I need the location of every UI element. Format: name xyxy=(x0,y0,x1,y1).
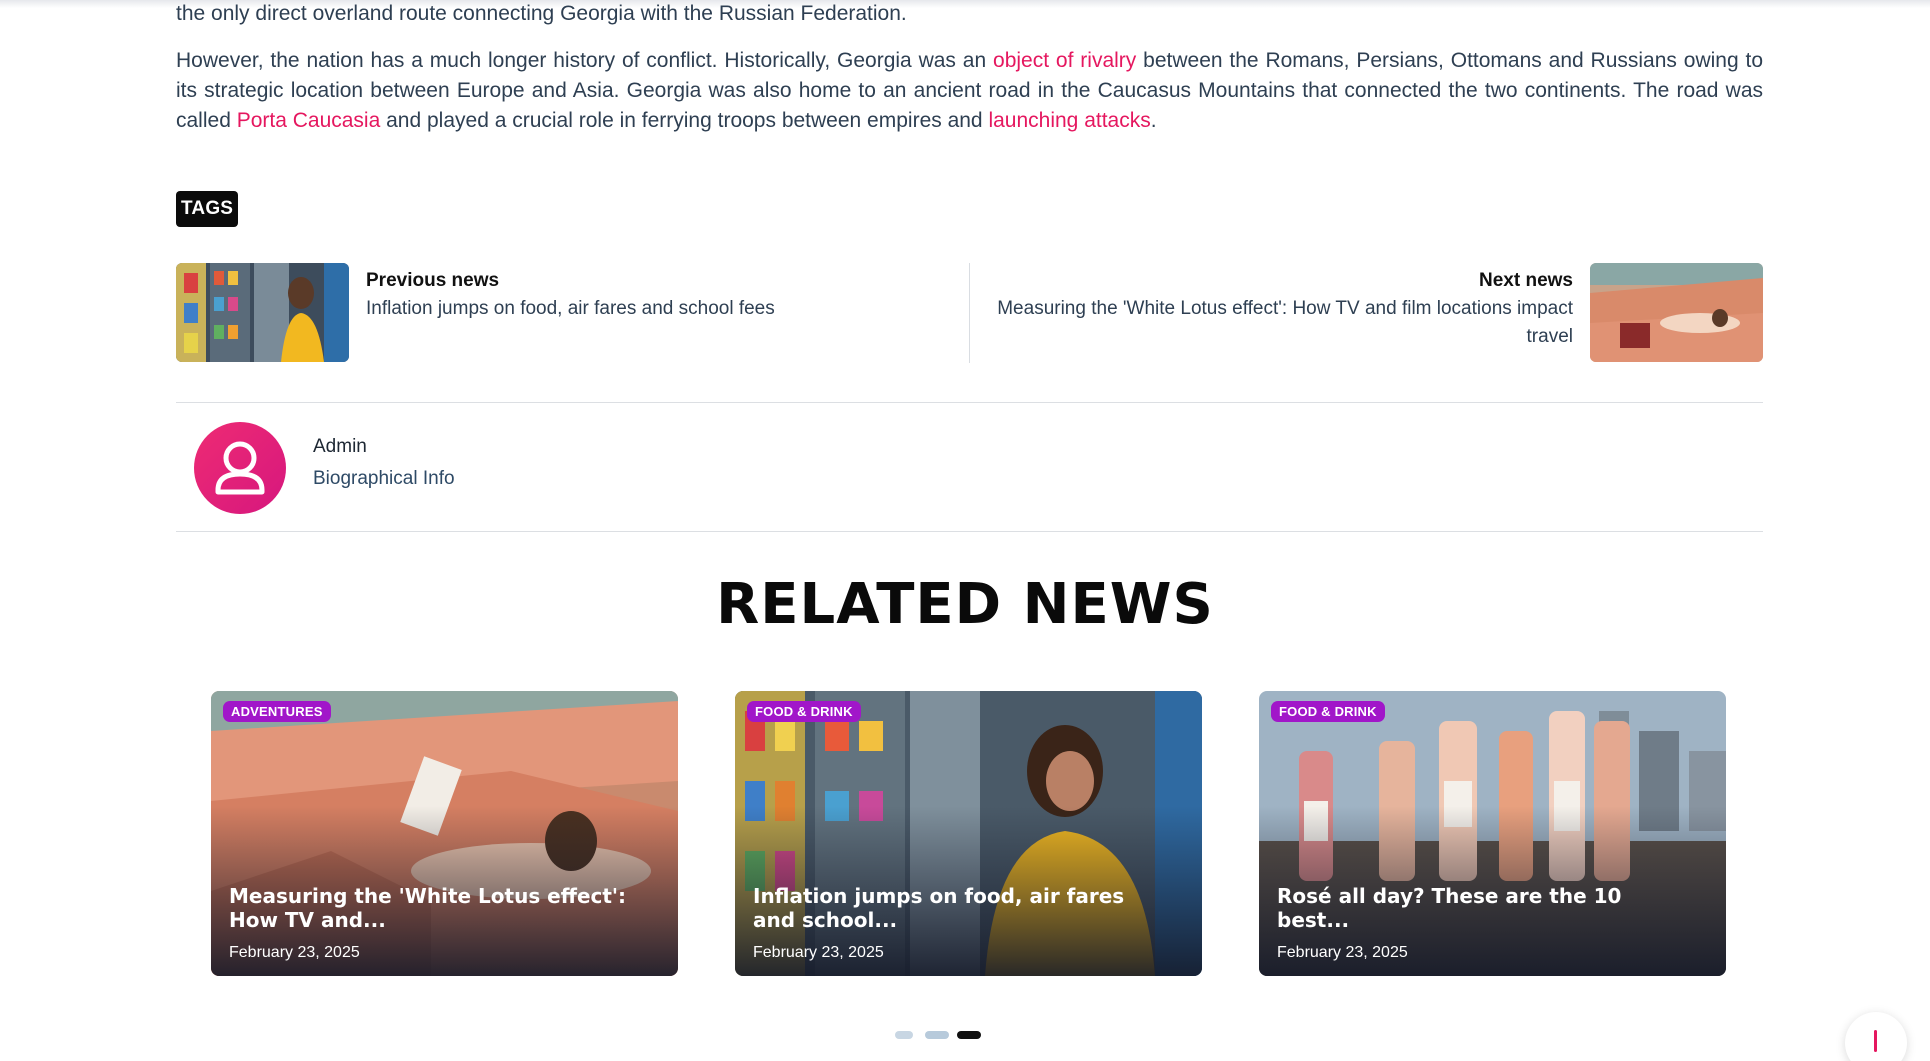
paragraph-text: and played a crucial role in ferrying tr… xyxy=(380,109,989,132)
category-badge[interactable]: ADVENTURES xyxy=(223,701,331,722)
object-of-rivalry-link[interactable]: object of rivalry xyxy=(993,49,1136,72)
scroll-progress-button[interactable] xyxy=(1845,1012,1907,1061)
category-badge[interactable]: FOOD & DRINK xyxy=(1271,701,1385,722)
card-title[interactable]: Measuring the 'White Lotus effect': How … xyxy=(229,884,648,932)
category-badge[interactable]: FOOD & DRINK xyxy=(747,701,861,722)
next-news-label: Next news xyxy=(1479,270,1573,291)
tags-label: TAGS xyxy=(176,191,239,227)
card-date: February 23, 2025 xyxy=(229,944,360,961)
card-title[interactable]: Inflation jumps on food, air fares and s… xyxy=(753,884,1172,932)
related-news-card[interactable]: ADVENTURES Measuring the 'White Lotus ef… xyxy=(211,691,678,976)
next-news-title[interactable]: Measuring the 'White Lotus effect': How … xyxy=(997,298,1573,347)
next-news-link[interactable]: Next news Measuring the 'White Lotus eff… xyxy=(970,263,1763,363)
previous-news-thumbnail[interactable] xyxy=(176,263,349,362)
author-name[interactable]: Admin xyxy=(313,436,367,458)
launching-attacks-link[interactable]: launching attacks xyxy=(988,109,1150,132)
previous-news-label: Previous news xyxy=(366,270,500,291)
paragraph-text: However, the nation has a much longer hi… xyxy=(176,49,994,72)
porta-caucasia-link[interactable]: Porta Caucasia xyxy=(237,109,381,132)
card-date: February 23, 2025 xyxy=(753,944,884,961)
author-bio: Biographical Info xyxy=(313,468,455,489)
related-news-heading: RELATED NEWS xyxy=(716,572,1214,637)
related-news-card[interactable]: FOOD & DRINK Rosé all day? These are the… xyxy=(1259,691,1726,976)
paragraph-text: . xyxy=(1150,109,1157,132)
user-icon xyxy=(194,422,286,514)
card-date: February 23, 2025 xyxy=(1277,944,1408,961)
article-paragraph: However, the nation has a much longer hi… xyxy=(176,46,1763,136)
scroll-progress-icon xyxy=(1874,1030,1877,1052)
previous-news-link[interactable]: Previous news Inflation jumps on food, a… xyxy=(176,263,969,363)
next-news-text[interactable]: Next news Measuring the 'White Lotus eff… xyxy=(993,267,1573,351)
previous-news-text[interactable]: Previous news Inflation jumps on food, a… xyxy=(366,267,926,323)
previous-news-title[interactable]: Inflation jumps on food, air fares and s… xyxy=(366,298,775,319)
article-paragraph: the only direct overland route connectin… xyxy=(176,2,907,25)
related-news-card[interactable]: FOOD & DRINK Inflation jumps on food, ai… xyxy=(735,691,1202,976)
card-title[interactable]: Rosé all day? These are the 10 best... xyxy=(1277,884,1696,932)
carousel-dot[interactable] xyxy=(925,1031,949,1039)
carousel-dot[interactable] xyxy=(895,1031,913,1039)
next-news-thumbnail[interactable] xyxy=(1590,263,1763,362)
author-box: Admin Biographical Info xyxy=(176,402,1763,532)
post-navigation: Previous news Inflation jumps on food, a… xyxy=(176,263,1763,363)
carousel-dot-active[interactable] xyxy=(957,1031,981,1039)
